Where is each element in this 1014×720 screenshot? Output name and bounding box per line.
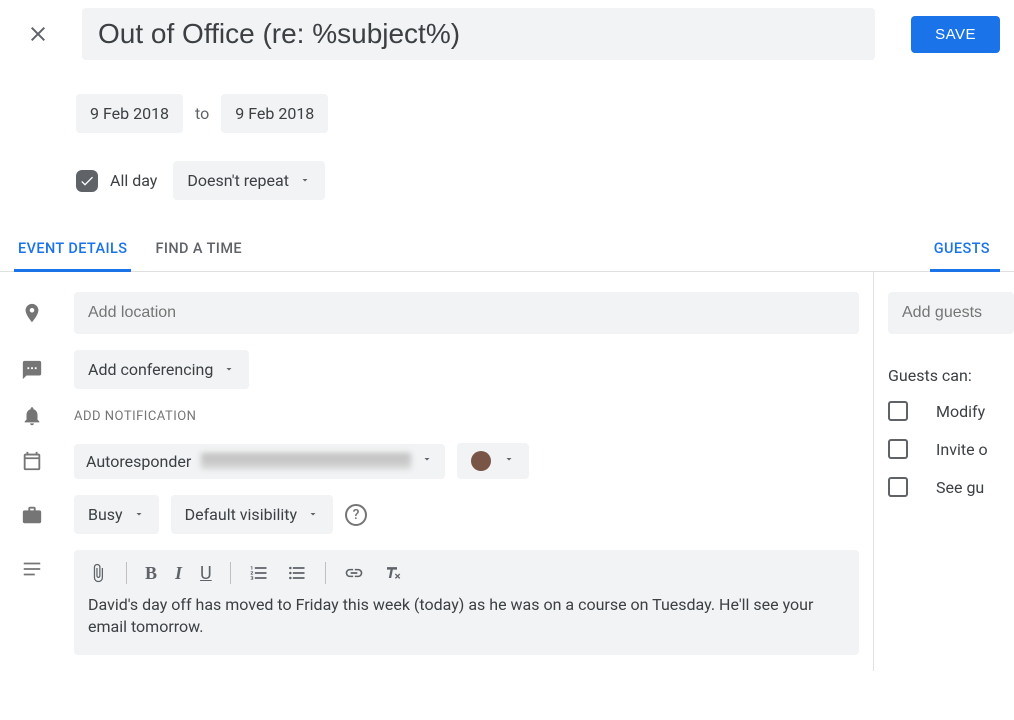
description-editor[interactable]: B I U [74,550,859,655]
all-day-checkbox[interactable]: All day [76,170,157,192]
visibility-help-button[interactable]: ? [345,504,367,526]
chevron-down-icon [503,453,515,469]
calendar-icon [14,450,50,472]
date-to-label: to [195,104,209,123]
recurrence-dropdown[interactable]: Doesn't repeat [173,161,325,200]
perm-invite-others[interactable]: Invite o [888,439,1014,459]
checkbox-empty-icon [888,477,908,497]
visibility-label: Default visibility [185,505,297,524]
chevron-down-icon [307,505,319,524]
tab-find-a-time[interactable]: FIND A TIME [151,230,246,272]
location-icon [14,302,50,324]
attach-button[interactable] [88,563,108,583]
start-date-picker[interactable]: 9 Feb 2018 [76,94,183,133]
redacted-text [201,453,411,469]
checkbox-empty-icon [888,439,908,459]
bold-button[interactable]: B [145,563,157,584]
numbered-list-button[interactable] [249,563,269,583]
recurrence-label: Doesn't repeat [187,171,289,190]
link-button[interactable] [344,563,364,583]
perm-label: Modify [936,402,985,421]
conferencing-icon [14,359,50,381]
chevron-down-icon [133,505,145,524]
perm-label: See gu [936,478,984,497]
event-title-input[interactable] [82,8,875,60]
bulleted-list-icon [287,563,307,583]
calendar-name-label: Autoresponder [86,452,191,471]
clear-format-icon [382,563,402,583]
perm-modify-event[interactable]: Modify [888,401,1014,421]
clear-format-button[interactable] [382,563,402,583]
briefcase-icon [14,504,50,526]
perm-see-guest-list[interactable]: See gu [888,477,1014,497]
description-text[interactable]: David's day off has moved to Friday this… [88,594,845,639]
save-button[interactable]: SAVE [911,16,1000,53]
description-icon [14,550,50,580]
perm-label: Invite o [936,440,988,459]
add-notification-button[interactable]: ADD NOTIFICATION [74,409,196,424]
numbered-list-icon [249,563,269,583]
guests-permissions-title: Guests can: [888,366,1014,385]
location-input[interactable] [74,292,859,334]
chevron-down-icon [421,453,433,469]
add-guests-input[interactable] [888,292,1014,334]
availability-dropdown[interactable]: Busy [74,495,159,534]
visibility-dropdown[interactable]: Default visibility [171,495,333,534]
close-button[interactable] [14,10,62,58]
end-date-picker[interactable]: 9 Feb 2018 [221,94,328,133]
checkbox-checked-icon [76,170,98,192]
conferencing-dropdown[interactable]: Add conferencing [74,350,249,389]
tab-guests[interactable]: GUESTS [930,230,1000,272]
event-color-dropdown[interactable] [457,443,529,479]
conferencing-label: Add conferencing [88,360,213,379]
chevron-down-icon [299,171,311,190]
attach-icon [88,563,108,583]
bulleted-list-button[interactable] [287,563,307,583]
italic-button[interactable]: I [175,563,182,584]
color-swatch [471,451,491,471]
all-day-label: All day [110,171,157,190]
bell-icon [14,405,50,427]
chevron-down-icon [223,360,235,379]
tab-event-details[interactable]: EVENT DETAILS [14,230,131,272]
link-icon [344,563,364,583]
underline-button[interactable]: U [200,563,212,584]
availability-label: Busy [88,505,123,524]
close-icon [26,22,50,46]
checkbox-empty-icon [888,401,908,421]
calendar-selector[interactable]: Autoresponder [74,444,445,479]
